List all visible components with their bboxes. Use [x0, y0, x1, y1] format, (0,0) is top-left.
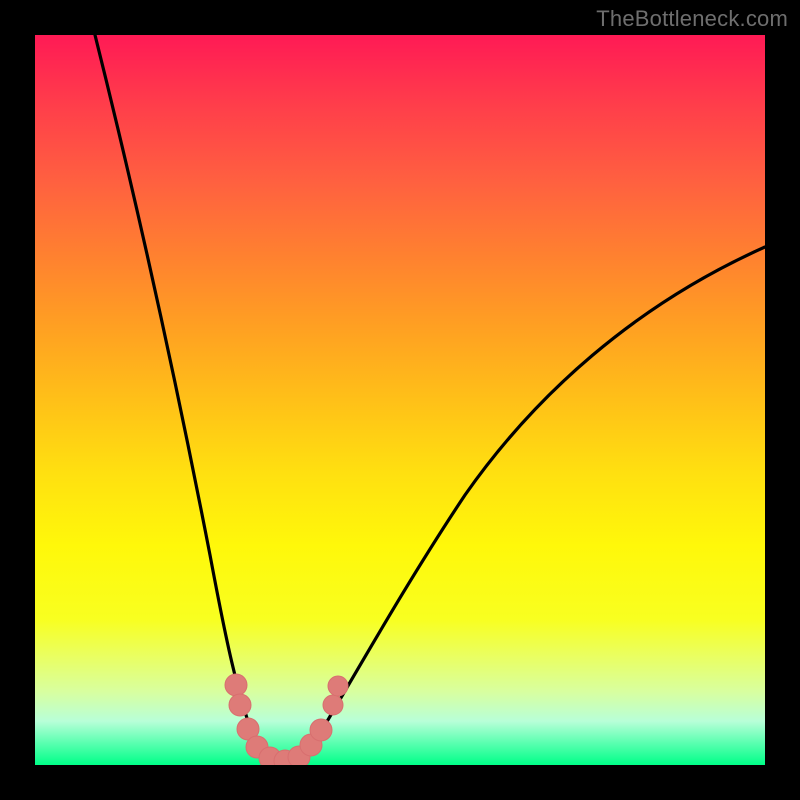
bottleneck-curve: [35, 35, 765, 765]
valley-marker-dot: [310, 719, 332, 741]
outer-frame: TheBottleneck.com: [0, 0, 800, 800]
watermark-text: TheBottleneck.com: [596, 6, 788, 32]
valley-marker-dot: [225, 674, 247, 696]
valley-marker-dot: [323, 695, 343, 715]
plot-area: [35, 35, 765, 765]
valley-marker-dot: [328, 676, 348, 696]
curve-left-branch: [95, 35, 280, 764]
curve-right-branch: [280, 247, 765, 764]
valley-marker-dot: [229, 694, 251, 716]
